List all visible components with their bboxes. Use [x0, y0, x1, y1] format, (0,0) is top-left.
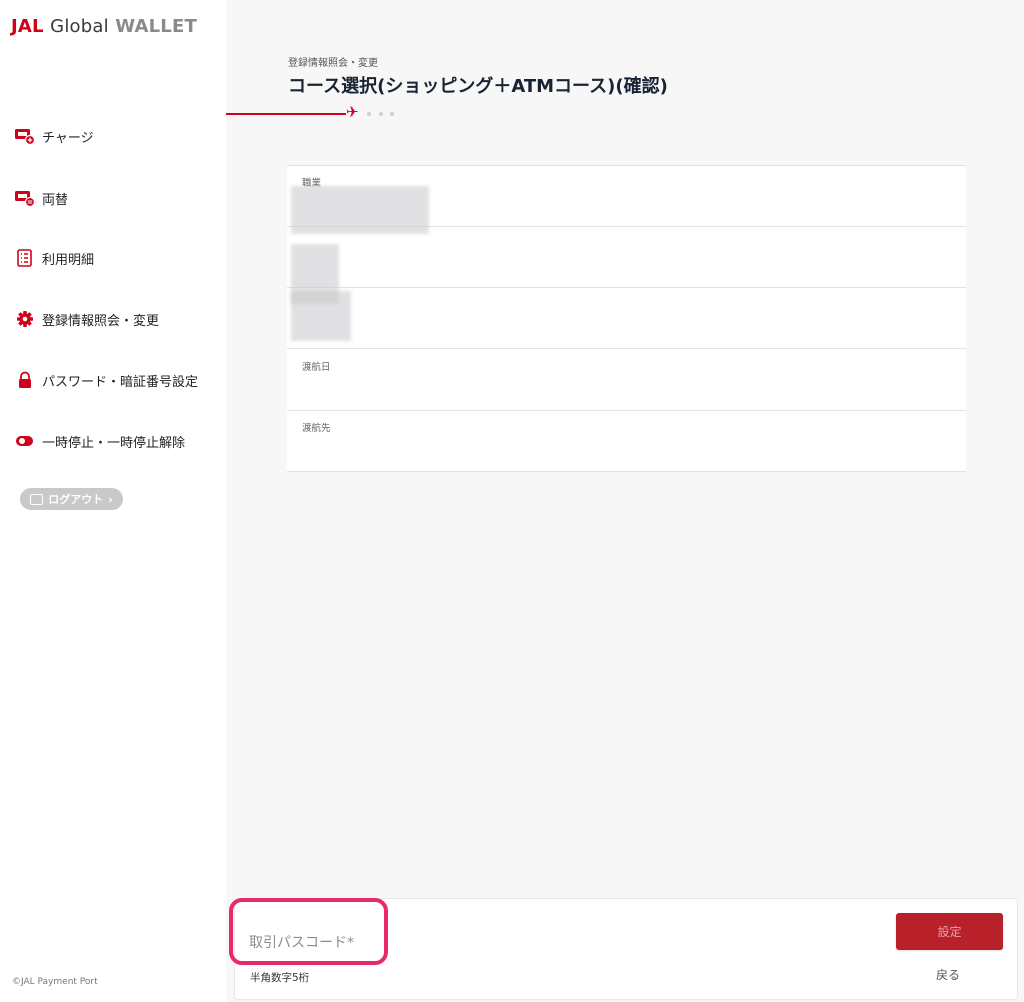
page-title: コース選択(ショッピング＋ATMコース)(確認): [288, 76, 668, 97]
logout-label: ログアウト: [48, 493, 104, 506]
breadcrumb: 登録情報照会・変更: [288, 58, 378, 69]
confirmation-panel: 職業 渡航日 渡航先: [287, 165, 966, 472]
sidebar: JAL Global WALLET チャージ 両替 利用明細 登録情報照会・変更…: [0, 0, 226, 1002]
sidebar-item-label: 登録情報照会・変更: [42, 313, 160, 329]
chevron-right-icon: ›: [108, 492, 113, 506]
sidebar-item-suspend[interactable]: 一時停止・一時停止解除: [14, 429, 185, 453]
progress-dot: [367, 112, 371, 116]
redacted-value: [291, 186, 429, 234]
progress-line: [226, 113, 346, 115]
sidebar-item-charge[interactable]: チャージ: [14, 124, 94, 148]
toggle-icon: [14, 431, 36, 451]
logo-global: Global: [50, 16, 109, 37]
field-label: 渡航先: [302, 423, 331, 434]
sidebar-item-password[interactable]: パスワード・暗証番号設定: [14, 368, 198, 392]
field-departure-date: 渡航日: [287, 350, 966, 411]
sidebar-item-label: チャージ: [42, 130, 94, 146]
back-link[interactable]: 戻る: [936, 966, 960, 983]
redacted-value: [291, 291, 351, 341]
gear-icon: [14, 309, 36, 329]
progress-dot: [390, 112, 394, 116]
sidebar-item-label: 利用明細: [42, 252, 95, 268]
logout-button[interactable]: ログアウト ›: [20, 488, 123, 510]
airplane-icon: ✈: [346, 103, 359, 121]
logo-jal: JAL: [11, 16, 44, 37]
copyright: ©JAL Payment Port: [12, 977, 98, 987]
field-row: [287, 288, 966, 349]
sidebar-item-label: 両替: [42, 192, 69, 208]
submit-button[interactable]: 設定: [896, 913, 1003, 950]
progress-dot: [379, 112, 383, 116]
sidebar-item-statement[interactable]: 利用明細: [14, 246, 94, 270]
sidebar-item-profile[interactable]: 登録情報照会・変更: [14, 307, 159, 331]
lock-icon: [14, 370, 36, 390]
passcode-input[interactable]: [249, 932, 381, 954]
field-row: [287, 227, 966, 288]
field-destination: 渡航先: [287, 411, 966, 472]
field-label: 渡航日: [302, 362, 331, 373]
app-logo[interactable]: JAL Global WALLET: [11, 16, 197, 37]
sidebar-item-label: パスワード・暗証番号設定: [42, 374, 199, 390]
sidebar-item-label: 一時停止・一時停止解除: [42, 435, 186, 451]
sidebar-item-exchange[interactable]: 両替: [14, 186, 68, 210]
charge-icon: [14, 126, 36, 146]
statement-icon: [14, 248, 36, 268]
exchange-icon: [14, 188, 36, 208]
logout-icon: [30, 493, 44, 505]
passcode-hint: 半角数字5桁: [250, 972, 310, 984]
logo-wallet: WALLET: [115, 16, 197, 37]
